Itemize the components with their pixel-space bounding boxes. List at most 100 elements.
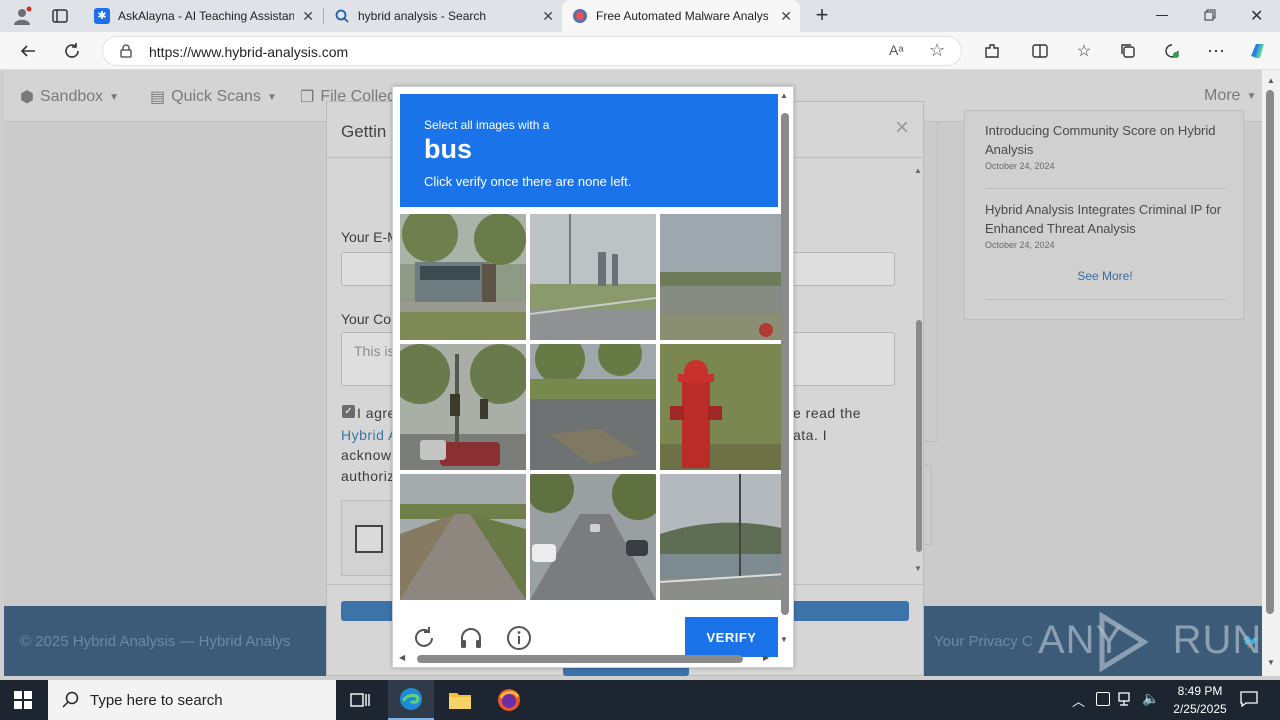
captcha-instruction-small: Select all images with a [424, 118, 550, 132]
askalayna-favicon-icon: ✱ [94, 8, 110, 24]
nav-sandbox[interactable]: ⬢ Sandbox ▼ [20, 87, 119, 107]
volume-icon[interactable]: 🔈 [1142, 690, 1159, 707]
read-aloud-icon[interactable]: Aᵃ [889, 42, 904, 58]
captcha-tile-traffic-lights[interactable] [400, 344, 526, 470]
captcha-target: bus [424, 134, 473, 164]
tab-title: hybrid analysis - Search [358, 9, 487, 23]
page-scrollbar[interactable]: ▲ ▼ [1262, 70, 1280, 676]
notifications-icon[interactable] [1240, 691, 1258, 708]
tab-askalayna[interactable]: ✱ AskAlayna - AI Teaching Assistan ✕ [84, 0, 322, 32]
caret-down-icon: ▼ [266, 91, 277, 103]
hybrid-terms-link[interactable]: Hybrid A [341, 427, 398, 443]
anyrun-watermark: ANY RUN [1038, 612, 1261, 672]
nav-quick-scans[interactable]: ▤ Quick Scans ▼ [150, 87, 277, 107]
caret-down-icon: ▼ [1246, 90, 1257, 102]
close-tab-icon[interactable]: ✕ [542, 8, 554, 25]
tray-device-icon[interactable] [1096, 692, 1110, 706]
agree-text: acknow [341, 447, 392, 463]
comment-placeholder: This is [354, 343, 395, 359]
see-more-link[interactable]: See More! [965, 269, 1245, 283]
refresh-icon[interactable] [60, 39, 84, 63]
agree-text: ata. I [793, 427, 828, 443]
address-bar[interactable]: https://www.hybrid-analysis.com Aᵃ ☆ [102, 36, 962, 66]
taskbar-search[interactable]: Type here to search [48, 680, 336, 720]
hybrid-favicon-icon [572, 8, 588, 24]
page-scrollbar-thumb[interactable] [1266, 90, 1274, 614]
extensions-icon[interactable] [980, 39, 1004, 63]
more-menu-icon[interactable]: ⋯ [1204, 39, 1228, 63]
back-icon[interactable] [16, 39, 40, 63]
news-date: October 24, 2024 [985, 240, 1055, 250]
tab-hybrid-analysis[interactable]: Free Automated Malware Analysi ✕ [562, 0, 800, 32]
collections-icon[interactable] [1116, 39, 1140, 63]
edge-taskbar-icon[interactable] [388, 680, 434, 720]
captcha-tile-shoreline[interactable] [660, 214, 786, 340]
agree-checkbox[interactable]: ✓ [342, 405, 355, 418]
captcha-tile-road-trees[interactable] [530, 344, 656, 470]
nav-sandbox-label: Sandbox [39, 88, 104, 105]
email-label: Your E-M [341, 229, 399, 245]
tab-actions-icon[interactable] [52, 8, 68, 24]
copy-icon: ❐ [300, 89, 315, 106]
agree-text: e read the [793, 405, 862, 421]
captcha-tile-parked-cars[interactable] [530, 474, 656, 600]
hcaptcha-challenge: Select all images with a bus Click verif… [392, 86, 794, 668]
captcha-tile-bus-street[interactable] [400, 214, 526, 340]
captcha-instructions: Select all images with a bus Click verif… [400, 94, 778, 207]
search-favicon-icon [334, 8, 350, 24]
profile-icon[interactable] [12, 6, 32, 26]
close-tab-icon[interactable]: ✕ [302, 8, 314, 25]
news-title-link[interactable]: Hybrid Analysis Integrates Criminal IP f… [985, 200, 1225, 238]
nav-quick-scans-label: Quick Scans [171, 88, 261, 105]
watermark-text: ANY RUN [1038, 618, 1263, 662]
captcha-tile-bike-lane[interactable] [400, 474, 526, 600]
tab-search[interactable]: hybrid analysis - Search ✕ [324, 0, 562, 32]
footer-copyright: © 2025 Hybrid Analysis — Hybrid Analys [20, 633, 291, 650]
windows-start-icon[interactable] [14, 691, 32, 709]
favorites-icon[interactable]: ☆ [1072, 39, 1096, 63]
network-icon[interactable] [1118, 692, 1134, 706]
refresh-challenge-icon[interactable] [411, 625, 439, 653]
modal-scrollbar-thumb[interactable] [916, 320, 922, 552]
clock-time[interactable]: 8:49 PM [1172, 684, 1228, 698]
news-title-link[interactable]: Introducing Community Score on Hybrid An… [985, 121, 1225, 159]
captcha-hscroll-thumb[interactable] [417, 655, 743, 663]
news-sidebar: Introducing Community Score on Hybrid An… [964, 110, 1244, 320]
tray-chevron-icon[interactable]: ︿ [1072, 691, 1085, 710]
captcha-tile-fire-hydrant[interactable] [660, 344, 786, 470]
tab-title: AskAlayna - AI Teaching Assistan [118, 9, 294, 23]
minimize-icon[interactable] [1156, 15, 1168, 16]
captcha-vertical-scrollbar[interactable]: ▲ ▼ [779, 91, 791, 651]
modal-close-icon[interactable]: × [895, 114, 909, 142]
tab-title: Free Automated Malware Analysi [596, 9, 768, 23]
file-explorer-icon[interactable] [448, 688, 472, 712]
footer-privacy-link[interactable]: Your Privacy C [934, 633, 1033, 650]
nav-more[interactable]: More ▼ [1204, 87, 1256, 105]
captcha-scrollbar-thumb[interactable] [781, 113, 789, 615]
info-icon[interactable] [506, 625, 534, 653]
task-view-icon[interactable] [350, 691, 370, 709]
audio-challenge-icon[interactable] [458, 625, 486, 653]
firefox-icon[interactable] [497, 688, 521, 712]
comment-label: Your Co [341, 311, 392, 327]
browser-tab-bar: ✱ AskAlayna - AI Teaching Assistan ✕ hyb… [0, 0, 1280, 32]
window-close-icon[interactable]: ✕ [1250, 6, 1263, 26]
close-tab-icon[interactable]: ✕ [780, 8, 792, 25]
file-icon: ▤ [150, 89, 166, 106]
clock-date[interactable]: 2/25/2025 [1168, 702, 1232, 716]
url-text[interactable]: https://www.hybrid-analysis.com [149, 44, 348, 60]
browser-essentials-icon[interactable] [1160, 39, 1184, 63]
verify-button[interactable]: VERIFY [685, 617, 778, 657]
new-tab-icon[interactable]: + [810, 4, 834, 28]
captcha-tile-waterfront[interactable] [660, 474, 786, 600]
favorite-star-icon[interactable]: ☆ [929, 40, 945, 61]
captcha-tile-bridge[interactable] [530, 214, 656, 340]
restore-icon[interactable] [1204, 9, 1216, 21]
agree-text: authoriz [341, 468, 395, 484]
lock-icon[interactable] [119, 44, 133, 58]
modal-scrollbar[interactable]: ▲ ▼ [913, 164, 925, 574]
copilot-icon[interactable] [1246, 39, 1270, 63]
split-screen-icon[interactable] [1028, 39, 1052, 63]
recaptcha-checkbox[interactable] [355, 525, 383, 553]
captcha-horizontal-scrollbar[interactable]: ◀ ▶ [399, 653, 773, 665]
